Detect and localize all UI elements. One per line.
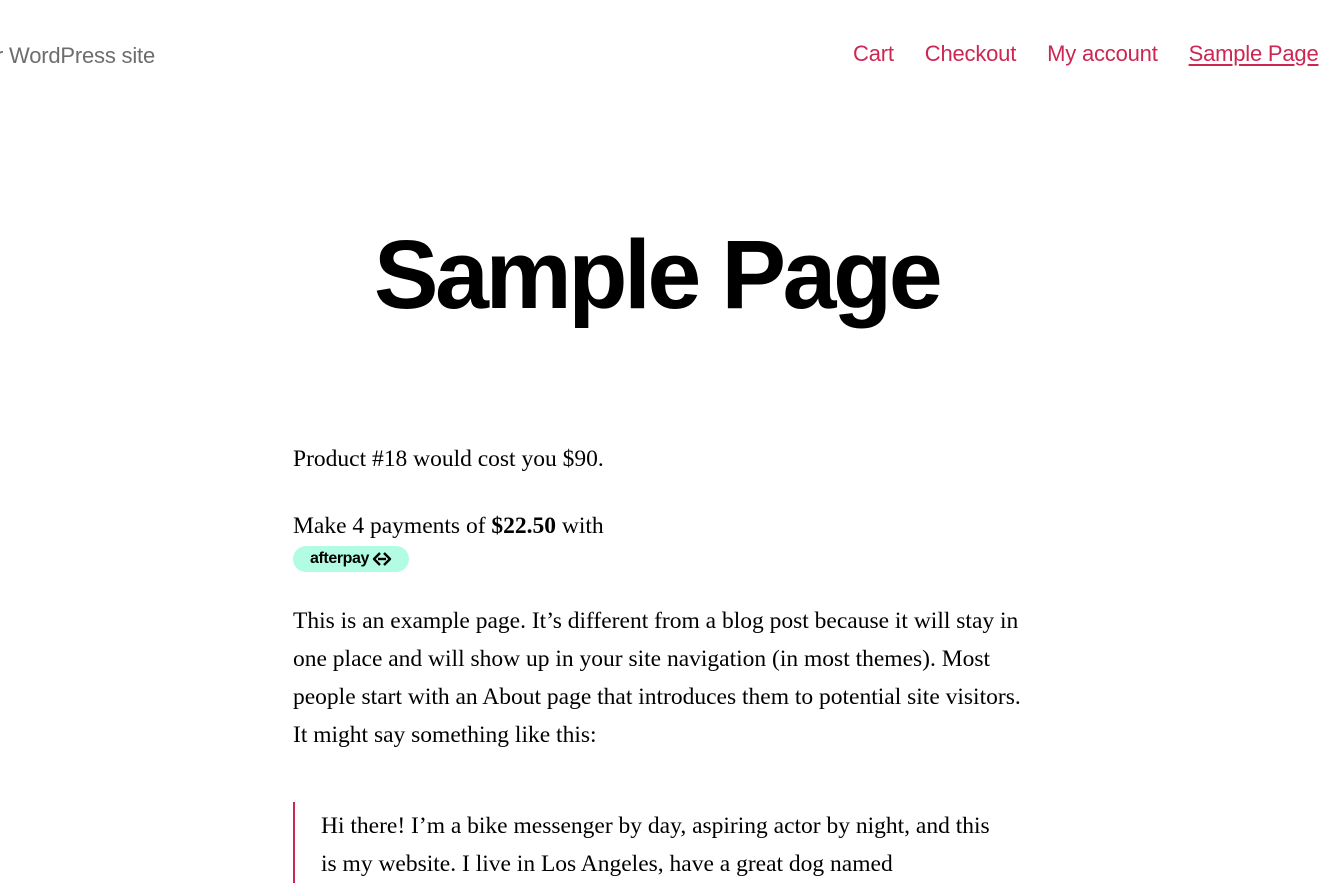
entry-content: Product #18 would cost you $90. Make 4 p… bbox=[293, 440, 1023, 883]
product-price-text: Product #18 would cost you $90. bbox=[293, 446, 604, 472]
afterpay-badge-label: afterpay bbox=[310, 550, 370, 567]
nav-link-checkout[interactable]: Checkout bbox=[925, 41, 1017, 67]
quote-text: Hi there! I’m a bike messenger by day, a… bbox=[321, 813, 990, 877]
primary-navigation: Cart Checkout My account Sample Page bbox=[853, 41, 1319, 67]
example-quote: Hi there! I’m a bike messenger by day, a… bbox=[293, 802, 1011, 883]
installment-suffix: with bbox=[561, 513, 604, 539]
afterpay-badge[interactable]: afterpay bbox=[293, 546, 410, 572]
site-description: r WordPress site bbox=[0, 43, 155, 68]
installment-amount: $22.50 bbox=[491, 513, 557, 539]
page-body-paragraph: This is an example page. It’s different … bbox=[293, 608, 1021, 748]
installment-prefix: Make 4 payments of bbox=[293, 513, 486, 539]
page-title: Sample Page bbox=[373, 220, 943, 329]
nav-link-my-account[interactable]: My account bbox=[1047, 41, 1158, 67]
afterpay-logo-icon bbox=[372, 552, 392, 566]
nav-link-sample-page[interactable]: Sample Page bbox=[1189, 41, 1319, 67]
nav-link-cart[interactable]: Cart bbox=[853, 41, 894, 67]
afterpay-installment-message: Make 4 payments of $22.50 with afterpay bbox=[293, 511, 1023, 572]
